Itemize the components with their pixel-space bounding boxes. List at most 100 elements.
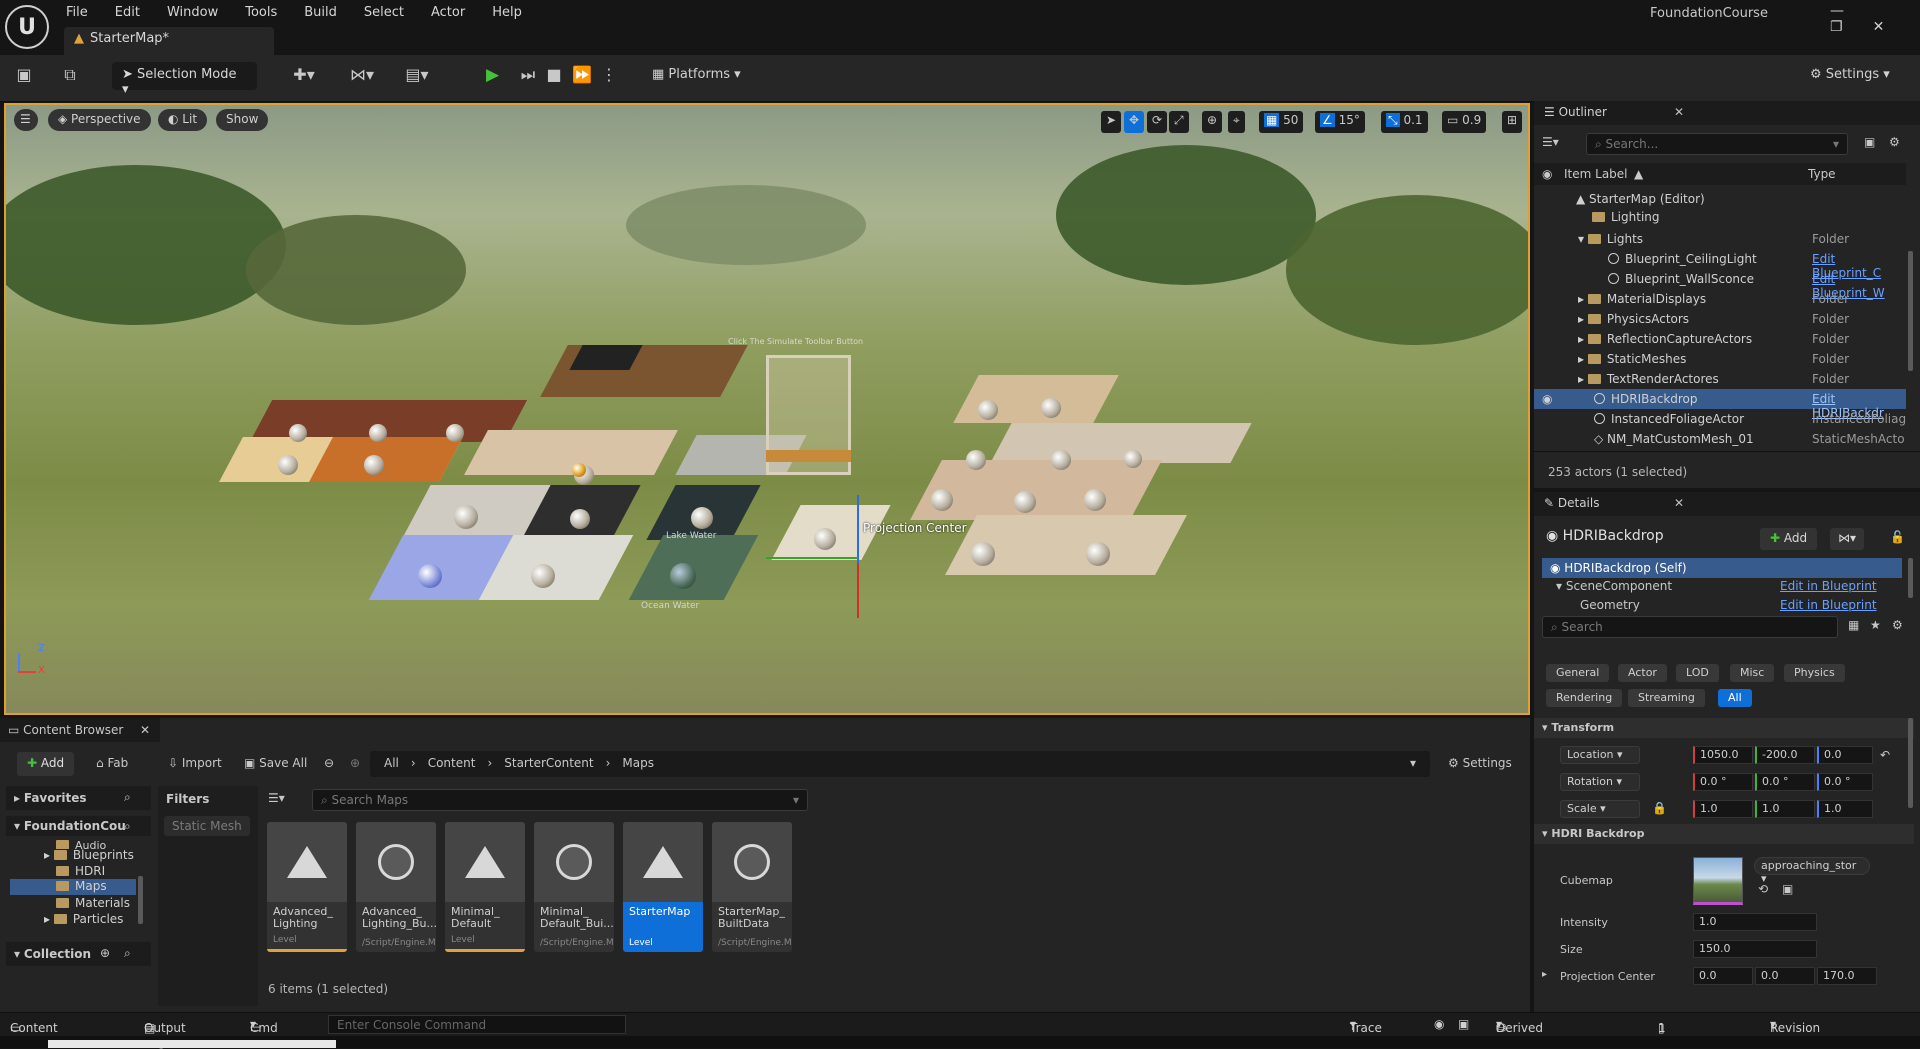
outliner-scrollbar[interactable] (1908, 251, 1913, 371)
outliner-row[interactable]: ▾ Lights Folder (1534, 229, 1906, 249)
outliner-search[interactable]: ⌕ Search... ▾ (1586, 133, 1848, 155)
scale-dropdown[interactable]: Scale ▾ (1560, 800, 1640, 818)
chevron-right-icon[interactable]: ▸ (1578, 332, 1588, 346)
fab-button[interactable]: ⌂ Fab (96, 756, 128, 770)
restore-icon[interactable]: ❐ (1830, 19, 1843, 35)
close-icon[interactable]: ✕ (1674, 496, 1684, 510)
camera-speed-button[interactable]: ▭ 0.9 (1442, 111, 1487, 133)
outliner-row-selected[interactable]: ◉ HDRIBackdrop Edit HDRIBackdr (1534, 389, 1906, 420)
chevron-right-icon[interactable]: ▸ (1578, 292, 1588, 306)
material-sphere[interactable] (1124, 450, 1142, 468)
size-field[interactable]: 150.0 (1693, 940, 1817, 958)
location-z-field[interactable]: 0.0 (1817, 746, 1873, 764)
details-scrollbar[interactable] (1908, 718, 1913, 808)
asset-tile[interactable]: Advanced_ Lighting_Bu... /Script/Engine.M… (356, 822, 436, 952)
outliner-row[interactable]: Blueprint_CeilingLight Edit Blueprint_C (1534, 249, 1906, 280)
scale-tool-icon[interactable]: ⤢ (1169, 111, 1189, 133)
level-tab[interactable]: ▲ StarterMap* (64, 27, 274, 55)
material-sphere[interactable] (966, 450, 986, 470)
outliner-row[interactable]: ▸ TextRenderActores Folder (1534, 369, 1906, 389)
search-icon[interactable]: ⌕ (124, 946, 131, 961)
close-icon[interactable]: ✕ (1674, 105, 1684, 119)
location-x-field[interactable]: 1050.0 (1693, 746, 1753, 764)
add-collection-icon[interactable]: ⊕ (100, 946, 110, 960)
material-sphere[interactable] (364, 455, 384, 475)
rotation-z-field[interactable]: 0.0 ° (1817, 773, 1873, 791)
search-icon[interactable]: ⌕ (124, 790, 131, 805)
surface-snap-icon[interactable]: ⌖ (1228, 111, 1245, 133)
menu-edit[interactable]: Edit (115, 5, 140, 20)
favorites-header[interactable]: ▸ Favorites ⌕ (6, 786, 151, 810)
material-sphere[interactable] (418, 564, 442, 588)
rotation-snap-button[interactable]: ∠ 15° (1315, 111, 1365, 133)
hdri-section-header[interactable]: ▾ HDRI Backdrop (1534, 824, 1914, 844)
tab-streaming[interactable]: Streaming (1628, 689, 1705, 707)
folder-hdri[interactable]: HDRI (56, 864, 105, 878)
tab-rendering[interactable]: Rendering (1546, 689, 1623, 707)
material-sphere[interactable] (1014, 491, 1036, 513)
location-y-field[interactable]: -200.0 (1755, 746, 1815, 764)
outliner-row[interactable]: ▸ MaterialDisplays Folder (1534, 289, 1906, 309)
viewport-menu-icon[interactable]: ☰ (14, 109, 38, 131)
material-sphere[interactable] (931, 489, 953, 511)
translate-tool-icon[interactable]: ✥ (1124, 111, 1145, 133)
eye-icon[interactable]: ◉ (1542, 392, 1552, 406)
tab-lod[interactable]: LOD (1676, 664, 1719, 682)
details-tab[interactable]: ✎ Details ✕ (1534, 492, 1920, 516)
breadcrumb-startercontent[interactable]: StarterContent (504, 756, 593, 770)
blueprint-icon[interactable]: ⋈▾ (350, 65, 374, 89)
material-sphere[interactable] (531, 564, 555, 588)
add-actor-icon[interactable]: ✚▾ (292, 65, 316, 89)
material-sphere[interactable] (1084, 489, 1106, 511)
material-sphere[interactable] (570, 509, 590, 529)
scale-x-field[interactable]: 1.0 (1693, 800, 1753, 818)
projection-y-field[interactable]: 0.0 (1755, 967, 1815, 985)
material-sphere[interactable] (978, 400, 998, 420)
breadcrumb-maps[interactable]: Maps (622, 756, 654, 770)
perspective-button[interactable]: ◈ Perspective (48, 109, 151, 131)
details-search[interactable]: ⌕ Search (1542, 616, 1838, 638)
menu-help[interactable]: Help (492, 5, 522, 20)
menu-window[interactable]: Window (167, 5, 218, 20)
material-sphere[interactable] (446, 424, 464, 442)
layout-icon[interactable]: ⊞ (1502, 111, 1523, 133)
col-item-label[interactable]: Item Label (1564, 167, 1628, 181)
table-view-icon[interactable]: ▦ (1848, 618, 1859, 632)
reset-icon[interactable]: ↶ (1880, 748, 1890, 762)
chevron-down-icon[interactable]: ▾ (1578, 232, 1588, 246)
browse-asset-icon[interactable]: ▣ (1782, 882, 1793, 896)
screenshot-icon[interactable]: ▣ (1458, 1017, 1469, 1031)
folder-blueprints[interactable]: ▸ Blueprints (44, 848, 134, 862)
material-tile[interactable] (990, 423, 1252, 463)
trace-dropdown[interactable]: ⌇ Trace ▾ (1350, 1017, 1382, 1035)
component-row[interactable]: Geometry Edit in Blueprint (1580, 598, 1902, 612)
material-sphere[interactable] (572, 463, 586, 477)
chevron-right-icon[interactable]: ▸ (1578, 372, 1588, 386)
material-sphere[interactable] (814, 528, 836, 550)
folder-maps-selected[interactable]: Maps (10, 879, 136, 895)
root-folder-header[interactable]: ▾ FoundationCou ⌕ (6, 816, 151, 836)
search-icon[interactable]: ⌕ (124, 819, 131, 834)
rotation-y-field[interactable]: 0.0 ° (1755, 773, 1815, 791)
outliner-row[interactable]: ▸ PhysicsActors Folder (1534, 309, 1906, 329)
select-tool-icon[interactable]: ➤ (1101, 111, 1122, 133)
outliner-row[interactable]: InstancedFoliageActor InstancedFoliag (1534, 409, 1906, 429)
components-scrollbar[interactable] (1908, 558, 1913, 598)
outliner-row[interactable]: ◇ NM_MatCustomMesh_01 StaticMeshActo (1534, 429, 1906, 449)
gizmo-y-axis[interactable] (766, 557, 858, 559)
browse-icon[interactable]: ⧉ (58, 65, 82, 89)
menu-file[interactable]: File (66, 5, 88, 20)
col-type[interactable]: Type (1808, 167, 1836, 181)
asset-tile[interactable]: Minimal_ Default_Bui... /Script/Engine.M.… (534, 822, 614, 952)
outliner-tab[interactable]: ☰ Outliner ✕ (1534, 101, 1920, 125)
record-icon[interactable]: ◉ (1434, 1017, 1444, 1031)
tab-misc[interactable]: Misc (1730, 664, 1775, 682)
outliner-row[interactable]: ▸ StaticMeshes Folder (1534, 349, 1906, 369)
menu-build[interactable]: Build (304, 5, 337, 20)
breadcrumb-content[interactable]: Content (428, 756, 476, 770)
add-button[interactable]: ✚ Add (17, 752, 75, 776)
save-all-button[interactable]: ▣ Save All (244, 756, 307, 770)
rotate-tool-icon[interactable]: ⟳ (1147, 111, 1168, 133)
asset-tile-selected[interactable]: StarterMap Level (623, 822, 703, 952)
tab-physics[interactable]: Physics (1784, 664, 1845, 682)
